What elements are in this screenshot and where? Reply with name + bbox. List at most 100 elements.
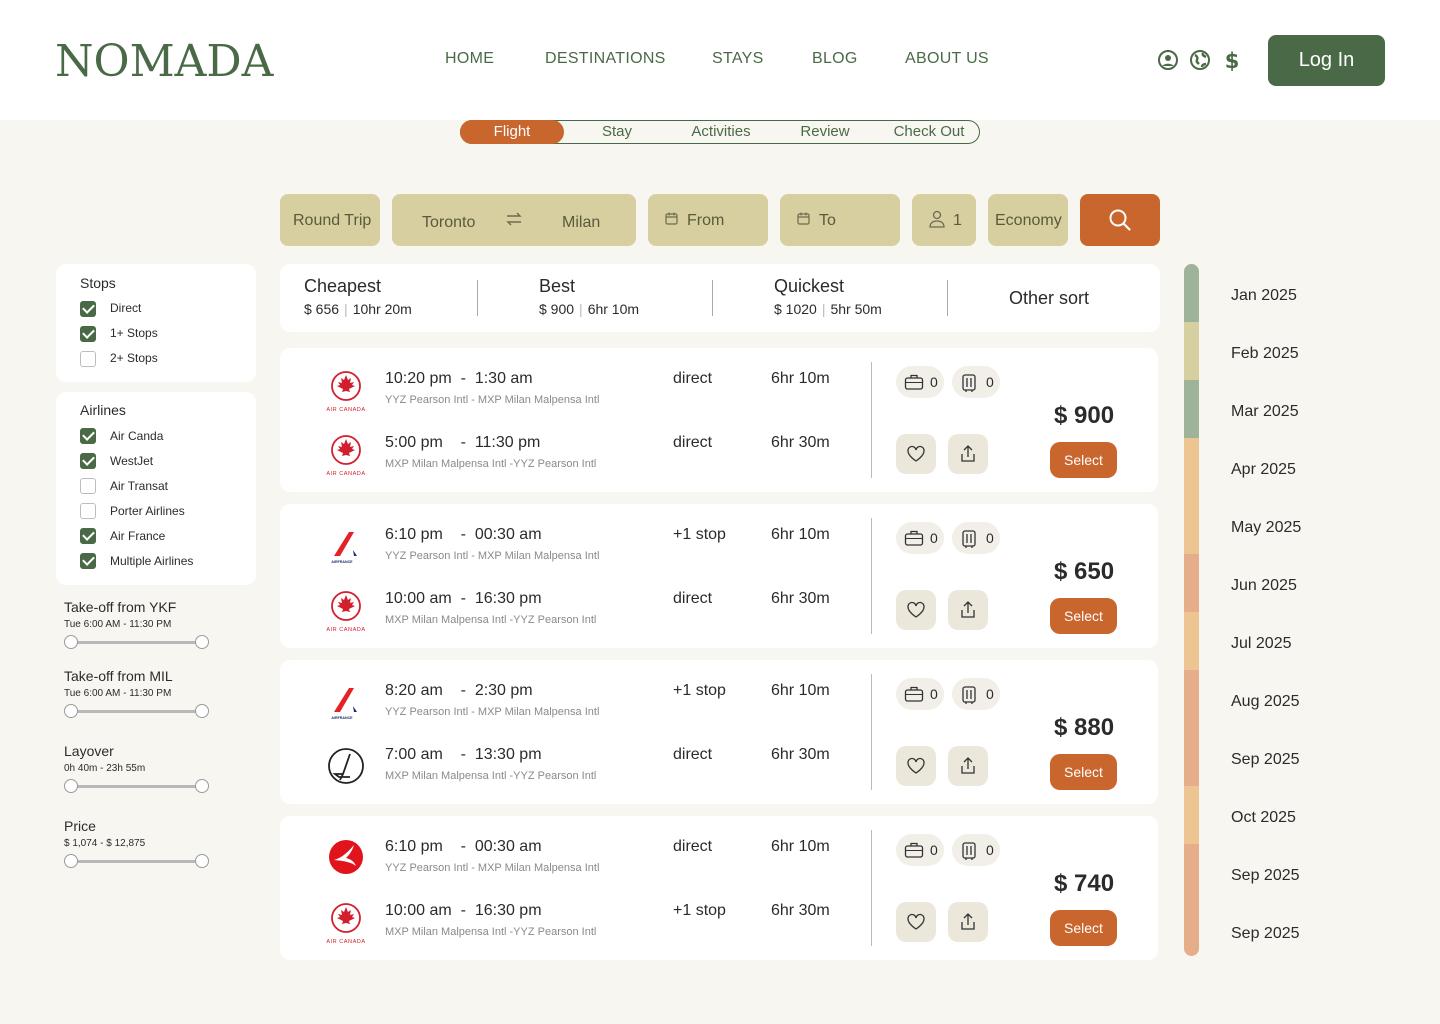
flight-leg: 7:00 am - 13:30 pm MXP Milan Malpensa In… [280,746,840,790]
passenger-select[interactable]: 1 [912,194,976,246]
range-handle-min[interactable] [64,635,78,649]
sort-price: $ 1020 [774,301,817,317]
flight-leg: AIRFRANCE 6:10 pm - 00:30 am YYZ Pearson… [280,526,840,570]
month-item[interactable]: Apr 2025 [1231,461,1296,479]
search-button[interactable] [1080,194,1160,246]
currency-icon[interactable]: $ [1221,49,1243,71]
range-handle-max[interactable] [195,635,209,649]
sort-cheapest[interactable]: Cheapest $ 656 | 10hr 20m [304,276,412,317]
air-france-logo: AIRFRANCE [331,532,357,564]
month-price-indicator [1184,380,1199,438]
step-review[interactable]: Review [773,120,877,144]
range-handle-max[interactable] [195,779,209,793]
share-button[interactable] [948,590,988,630]
flight-stops: +1 stop [673,902,726,919]
range-title-takeoff-mil: Take-off from MIL [64,668,173,684]
month-item[interactable]: Aug 2025 [1231,693,1300,711]
checkbox-air-transat[interactable] [80,478,96,494]
range-sub-takeoff-ykf: Tue 6:00 AM - 11:30 PM [64,619,172,630]
swap-icon[interactable] [505,210,523,228]
depart-date-label: From [687,212,725,229]
month-item[interactable]: May 2025 [1231,519,1301,537]
step-flight[interactable]: Flight [460,120,564,144]
select-flight-button[interactable]: Select [1050,442,1117,478]
nav-destinations[interactable]: DESTINATIONS [545,50,666,68]
flight-card: AIR CANADA 10:20 pm - 1:30 am YYZ Pearso… [280,348,1158,492]
range-handle-max[interactable] [195,854,209,868]
select-flight-button[interactable]: Select [1050,910,1117,946]
cabin-class-select[interactable]: Economy [988,194,1068,246]
month-item[interactable]: Mar 2025 [1231,403,1299,421]
checkbox-multiple-airlines[interactable] [80,553,96,569]
range-handle-min[interactable] [64,854,78,868]
checkbox-air-canada[interactable] [80,428,96,444]
share-button[interactable] [948,746,988,786]
nav-about-us[interactable]: ABOUT US [905,50,989,68]
nav-stays[interactable]: STAYS [712,50,764,68]
flight-route: YYZ Pearson Intl - MXP Milan Malpensa In… [385,394,600,406]
share-button[interactable] [948,434,988,474]
sort-quickest[interactable]: Quickest $ 1020 | 5hr 50m [774,276,882,317]
month-item[interactable]: Sep 2025 [1231,925,1300,943]
nav-home[interactable]: HOME [445,50,494,68]
step-activities[interactable]: Activities [669,120,773,144]
month-item[interactable]: Feb 2025 [1231,345,1299,363]
sort-price: $ 900 [539,301,575,317]
flight-route: MXP Milan Malpensa Intl -YYZ Pearson Int… [385,458,597,470]
range-handle-max[interactable] [195,704,209,718]
logo[interactable]: NOMADA [55,36,273,87]
checkbox-porter-airlines[interactable] [80,503,96,519]
favorite-button[interactable] [896,434,936,474]
step-check-out[interactable]: Check Out [877,120,981,144]
select-flight-button[interactable]: Select [1050,754,1117,790]
suitcase-icon [904,842,924,858]
login-button[interactable]: Log In [1268,35,1385,86]
month-item[interactable]: Oct 2025 [1231,809,1296,827]
carry-count: 0 [986,686,994,702]
range-handle-min[interactable] [64,779,78,793]
favorite-button[interactable] [896,590,936,630]
destination-city: Milan [562,214,601,231]
favorite-button[interactable] [896,746,936,786]
range-handle-min[interactable] [64,704,78,718]
checkbox-1-stops[interactable] [80,326,96,342]
favorite-button[interactable] [896,902,936,942]
flight-price: $ 650 [1054,558,1115,585]
depart-date-field[interactable]: From [648,194,768,246]
checkbox-westjet[interactable] [80,453,96,469]
user-icon[interactable] [1157,49,1179,71]
return-date-field[interactable]: To [780,194,900,246]
select-flight-button[interactable]: Select [1050,598,1117,634]
month-item[interactable]: Jun 2025 [1231,577,1297,595]
month-item[interactable]: Jan 2025 [1231,287,1297,305]
bag-count: 0 [930,530,938,546]
air-canada-logo: AIR CANADA [326,591,365,633]
flight-card: AIRFRANCE 6:10 pm - 00:30 am YYZ Pearson… [280,504,1158,648]
heart-icon [907,445,925,462]
step-stay[interactable]: Stay [565,120,669,144]
globe-icon[interactable] [1189,49,1211,71]
sort-duration: 5hr 50m [830,301,882,317]
month-item[interactable]: Jul 2025 [1231,635,1292,653]
nav-blog[interactable]: BLOG [812,50,858,68]
month-price-indicator [1184,322,1199,380]
flight-leg: AIR CANADA 10:00 am - 16:30 pm MXP Milan… [280,902,840,946]
checkbox-label: Air Transat [110,479,169,493]
checkbox-label: Air Canda [110,429,164,443]
flight-stops: direct [673,370,713,387]
checkbox-direct[interactable] [80,301,96,317]
checkbox-air-france[interactable] [80,528,96,544]
sort-other[interactable]: Other sort [1009,288,1089,309]
checkbox-label: Porter Airlines [110,504,185,518]
share-button[interactable] [948,902,988,942]
divider [477,280,478,316]
checkbox-2-stops[interactable] [80,351,96,367]
month-item[interactable]: Sep 2025 [1231,751,1300,769]
passenger-count: 1 [953,212,962,229]
turkish-airlines-logo [329,840,363,874]
route-field[interactable]: Toronto Milan [392,194,636,246]
sort-best[interactable]: Best $ 900 | 6hr 10m [539,276,639,317]
trip-type-select[interactable]: Round Trip [280,194,380,246]
flight-duration: 6hr 10m [771,370,830,387]
month-item[interactable]: Sep 2025 [1231,867,1300,885]
